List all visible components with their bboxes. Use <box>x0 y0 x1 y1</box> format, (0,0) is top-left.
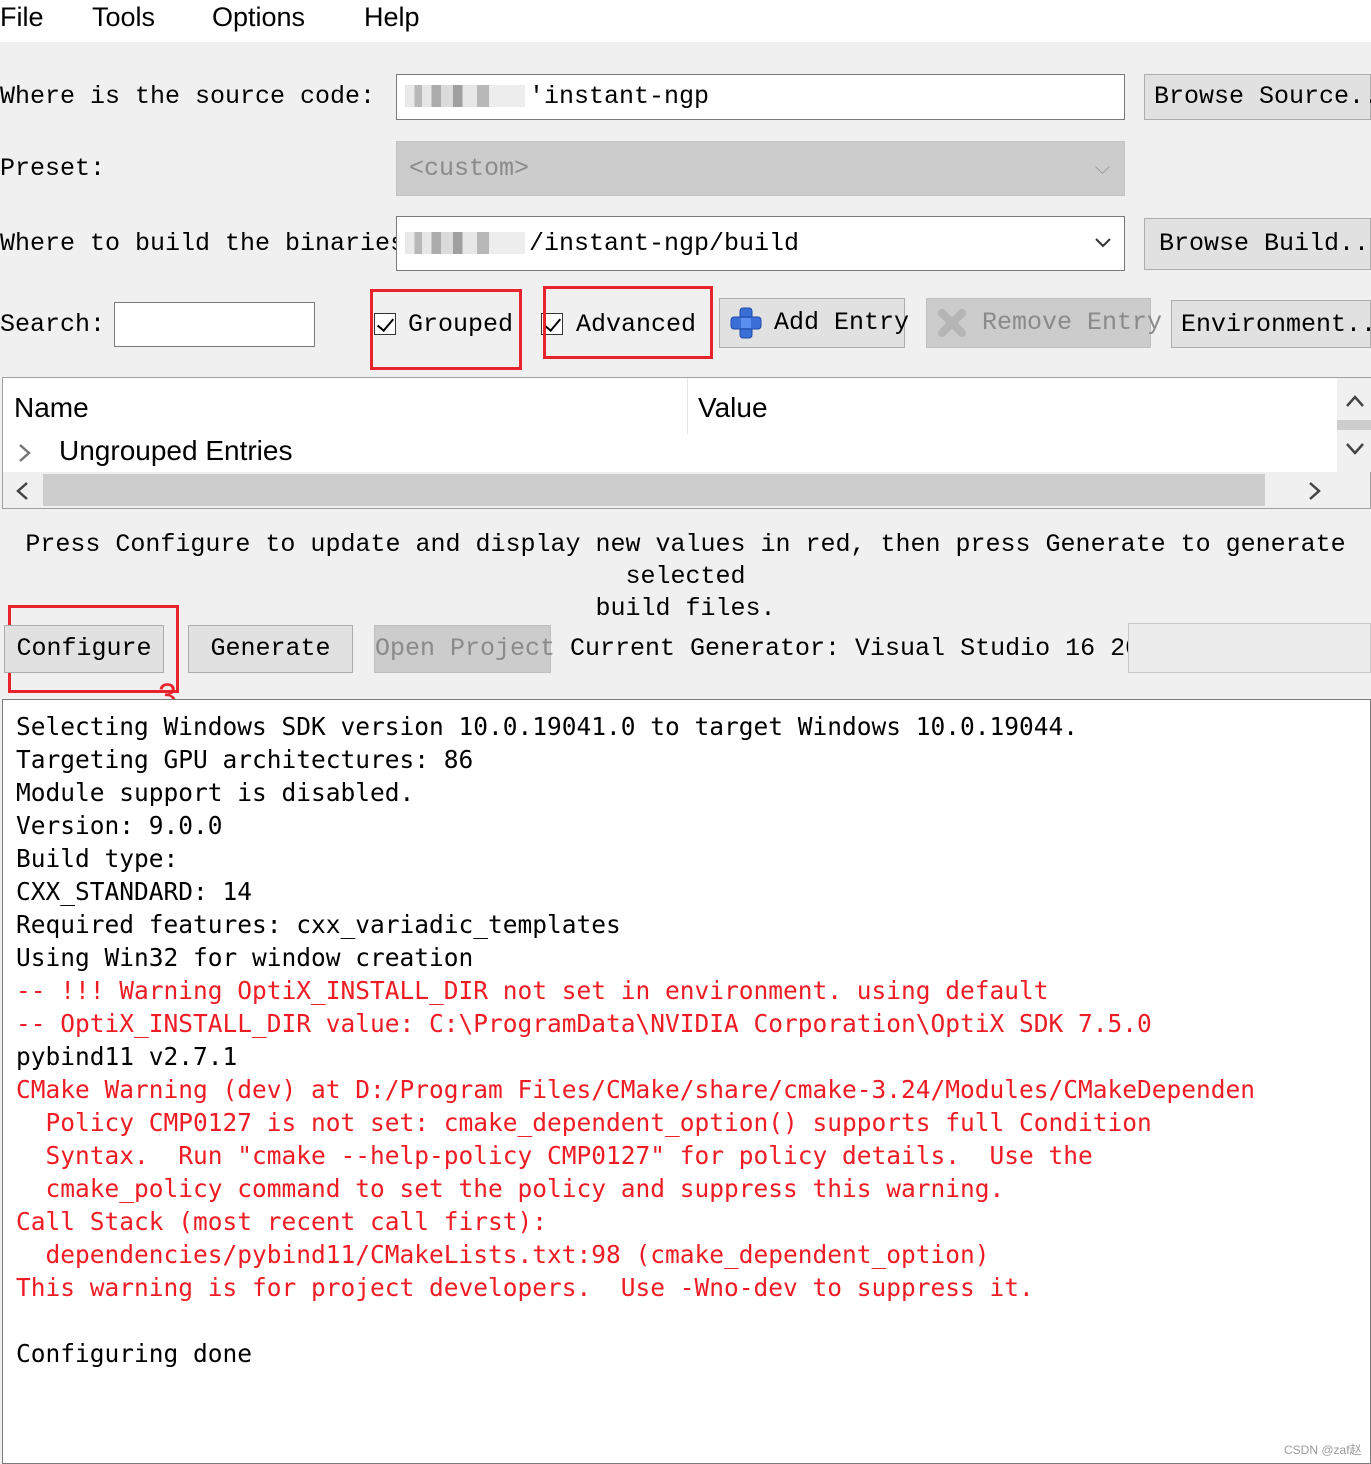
log-line: dependencies/pybind11/CMakeLists.txt:98 … <box>16 1240 990 1269</box>
log-line: Targeting GPU architectures: 86 <box>16 745 474 774</box>
preset-value: <custom> <box>409 154 530 183</box>
open-project-button[interactable]: Open Project <box>374 625 555 673</box>
add-entry-button[interactable]: Add Entry <box>719 298 909 348</box>
log-line: Using Win32 for window creation <box>16 943 474 972</box>
log-line: cmake_policy command to set the policy a… <box>16 1174 1005 1203</box>
add-entry-label: Add Entry <box>774 308 910 337</box>
environment-button[interactable]: Environment... <box>1171 300 1371 348</box>
scroll-thumb-horizontal[interactable] <box>43 474 1265 506</box>
build-combo[interactable]: /instant-ngp/build <box>396 216 1125 271</box>
log-line: pybind11 v2.7.1 <box>16 1042 238 1071</box>
output-log[interactable]: Selecting Windows SDK version 10.0.19041… <box>2 699 1371 1464</box>
remove-entry-button[interactable]: Remove Entry <box>926 298 1162 348</box>
progress-bar <box>1128 623 1371 673</box>
vertical-scrollbar[interactable] <box>1337 378 1371 472</box>
log-line: -- !!! Warning OptiX_INSTALL_DIR not set… <box>16 976 1049 1005</box>
build-label: Where to build the binaries: <box>0 229 421 258</box>
cache-tree[interactable]: Name Value Ungrouped Entries <box>2 377 1371 509</box>
source-field[interactable]: 'instant-ngp <box>396 74 1125 120</box>
tree-header-value[interactable]: Value <box>698 391 768 425</box>
log-line: -- OptiX_INSTALL_DIR value: C:\ProgramDa… <box>16 1009 1152 1038</box>
menu-options[interactable]: Options <box>212 0 305 34</box>
log-line: Build type: <box>16 844 179 873</box>
redacted-path <box>405 85 525 108</box>
hint-line-2: build files. <box>595 594 776 623</box>
log-line: Policy CMP0127 is not set: cmake_depende… <box>16 1108 1152 1137</box>
browse-source-button[interactable]: Browse Source... <box>1144 74 1371 120</box>
search-label: Search: <box>0 310 106 339</box>
tree-header-name[interactable]: Name <box>14 391 89 425</box>
chevron-right-icon[interactable] <box>17 442 33 464</box>
source-label: Where is the source code: <box>0 82 376 111</box>
tree-row-ungrouped[interactable]: Ungrouped Entries <box>59 434 292 468</box>
menu-tools[interactable]: Tools <box>92 0 155 34</box>
log-line: Version: 9.0.0 <box>16 811 223 840</box>
log-line: Selecting Windows SDK version 10.0.19041… <box>16 712 1079 741</box>
generate-button[interactable]: Generate <box>188 625 353 673</box>
plus-icon <box>730 307 762 339</box>
log-line: CMake Warning (dev) at D:/Program Files/… <box>16 1075 1256 1104</box>
header-divider <box>687 378 688 434</box>
log-line: Required features: cxx_variadic_template… <box>16 910 621 939</box>
log-line: Syntax. Run "cmake --help-policy CMP0127… <box>16 1141 1093 1170</box>
menu-help[interactable]: Help <box>364 0 420 34</box>
annotation-box-advanced <box>543 286 713 359</box>
remove-entry-label: Remove Entry <box>982 308 1163 337</box>
configure-button[interactable]: Configure <box>4 625 164 673</box>
menu-file[interactable]: File <box>0 0 44 34</box>
search-input[interactable] <box>114 302 315 347</box>
log-line: CXX_STANDARD: 14 <box>16 877 253 906</box>
chevron-down-icon: ⌵ <box>1094 155 1110 179</box>
chevron-left-icon[interactable] <box>15 481 29 501</box>
preset-select[interactable]: <custom> ⌵ <box>396 141 1125 196</box>
log-line: Module support is disabled. <box>16 778 415 807</box>
redacted-path <box>405 232 525 255</box>
watermark-text: CSDN @zaf赵 <box>1284 1443 1362 1457</box>
hint-line-1: Press Configure to update and display ne… <box>25 530 1346 591</box>
current-generator-text: Current Generator: Visual Studio 16 2019 <box>570 634 1171 663</box>
scroll-thumb[interactable] <box>1337 420 1371 430</box>
chevron-down-icon[interactable] <box>1345 442 1365 456</box>
preset-label: Preset: <box>0 154 106 183</box>
log-line: This warning is for project developers. … <box>16 1273 1034 1302</box>
chevron-up-icon[interactable] <box>1345 394 1365 408</box>
annotation-box-grouped <box>370 289 522 370</box>
chevron-right-icon[interactable] <box>1308 481 1322 501</box>
horizontal-scrollbar[interactable] <box>3 472 1370 508</box>
menu-bar: File Tools Options Help <box>0 0 1371 42</box>
source-value: 'instant-ngp <box>529 82 710 111</box>
hint-text: Press Configure to update and display ne… <box>0 529 1371 625</box>
log-line: Call Stack (most recent call first): <box>16 1207 548 1236</box>
browse-build-button[interactable]: Browse Build... <box>1144 218 1371 270</box>
log-line: Configuring done <box>16 1339 253 1368</box>
build-value: /instant-ngp/build <box>529 229 800 258</box>
chevron-down-icon[interactable] <box>1094 237 1112 249</box>
remove-icon <box>938 309 966 337</box>
